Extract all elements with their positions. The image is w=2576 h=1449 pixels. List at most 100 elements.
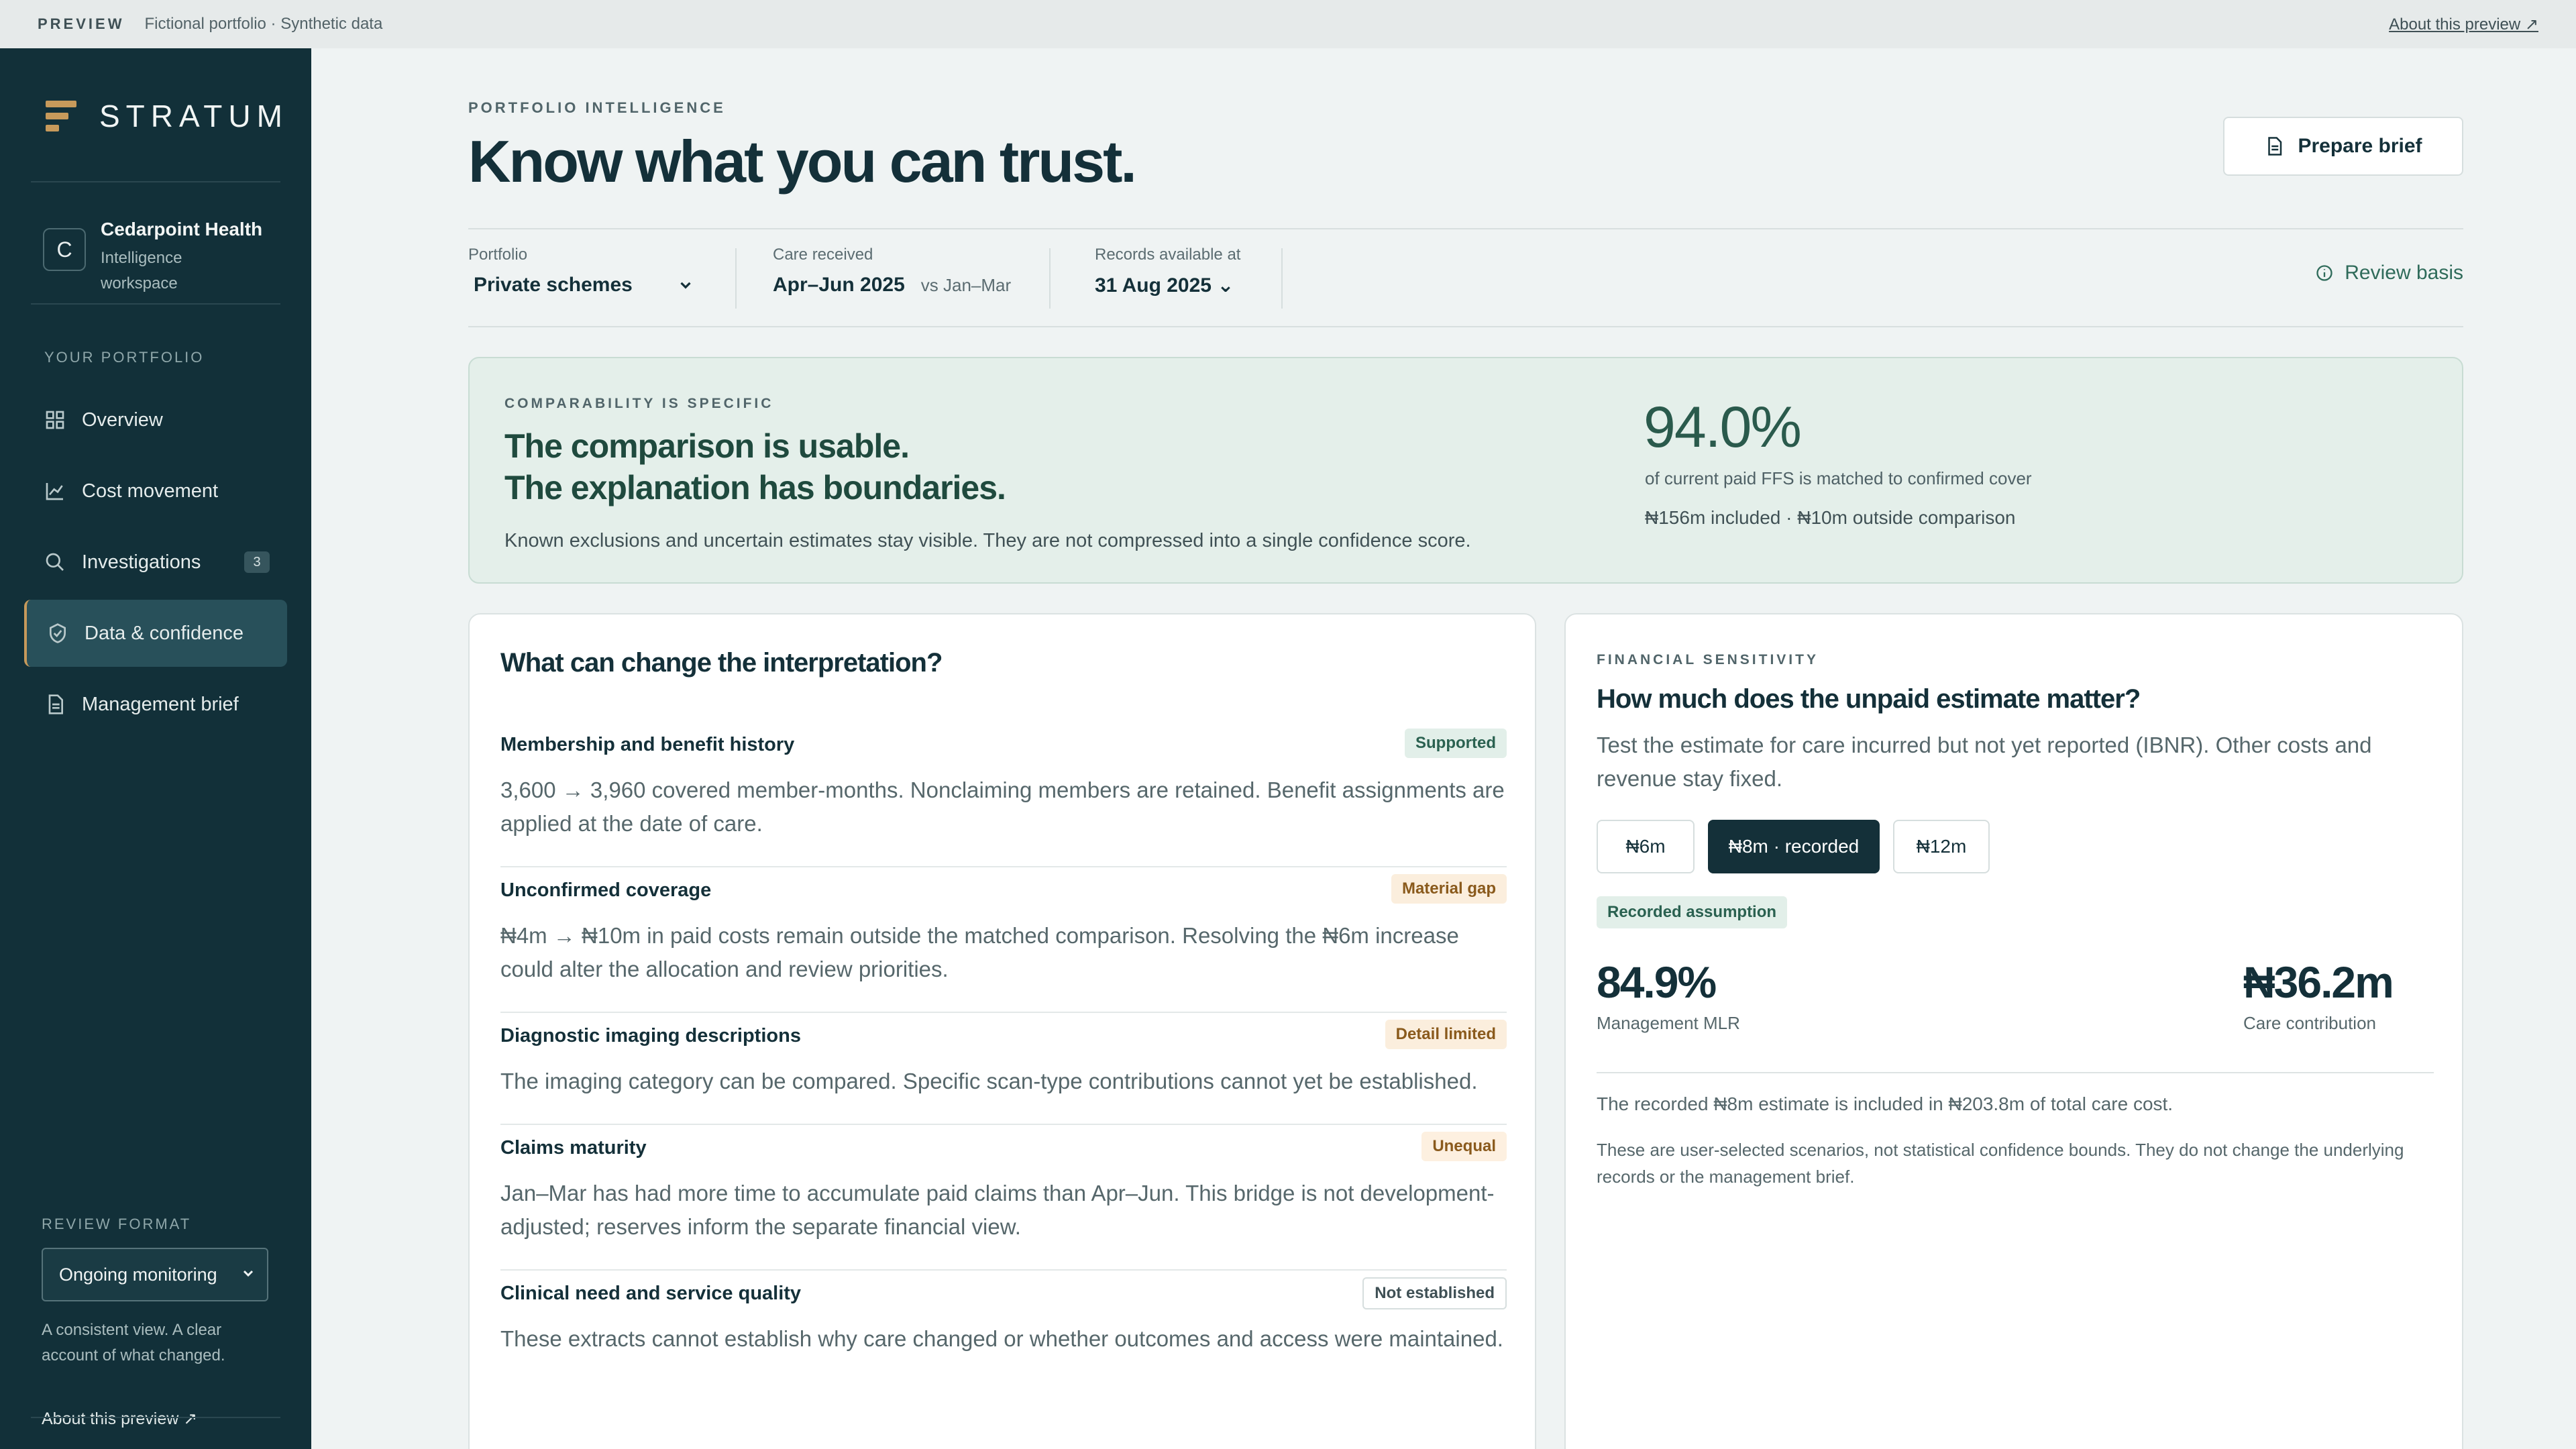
review-format-value: Ongoing monitoring (59, 1264, 217, 1285)
management-mlr-value: 84.9% (1597, 957, 1717, 1007)
filter-bar: Portfolio Private schemes Care received … (468, 228, 2463, 327)
review-basis-label: Review basis (2345, 262, 2463, 284)
recorded-assumption-badge: Recorded assumption (1597, 896, 1788, 928)
list-item: Claims maturity Unequal Jan–Mar has had … (500, 1125, 1507, 1271)
sensitivity-note: The recorded ₦8m estimate is included in… (1597, 1093, 2174, 1114)
review-basis-link[interactable]: Review basis (2315, 262, 2463, 284)
review-format-select[interactable]: Ongoing monitoring (42, 1248, 268, 1301)
sidebar-nav: Overview Cost movement Investigations 3 … (24, 386, 287, 742)
brand-name: STRATUM (99, 99, 288, 133)
management-mlr-kpi: 84.9% Management MLR (1597, 957, 1740, 1034)
item-body: ₦4m → ₦10m in paid costs remain outside … (500, 923, 1459, 981)
stratum-logo-icon (46, 99, 79, 133)
preview-bar: PREVIEW Fictional portfolio · Synthetic … (0, 0, 2576, 48)
portfolio-filter[interactable]: Portfolio Private schemes (468, 246, 694, 297)
portfolio-section-label: YOUR PORTFOLIO (44, 349, 205, 366)
care-contribution-value: ₦36.2m (2243, 957, 2394, 1007)
sensitivity-divider (1597, 1072, 2434, 1073)
document-icon (2268, 137, 2282, 156)
sidebar-item-investigations[interactable]: Investigations 3 (24, 529, 287, 596)
banner-heading-line-2: The explanation has boundaries. (504, 469, 1006, 506)
sensitivity-title: How much does the unpaid estimate matter… (1597, 684, 2141, 714)
care-received-label: Care received (773, 246, 873, 264)
scenario-8m-recorded-button[interactable]: ₦8m · recorded (1708, 820, 1880, 873)
care-received-value-row: Apr–Jun 2025 vs Jan–Mar (773, 274, 1011, 297)
ibnr-scenario-selector: ₦6m ₦8m · recorded ₦12m (1597, 820, 2003, 873)
grid-icon (46, 411, 64, 429)
list-item: Unconfirmed coverage Material gap ₦4m → … (500, 867, 1507, 1013)
sidebar-item-data-confidence[interactable]: Data & confidence (24, 600, 287, 667)
workspace-avatar: C (43, 228, 86, 271)
records-available-label: Records available at (1095, 246, 1241, 264)
item-title: Membership and benefit history (500, 734, 795, 755)
workspace-switcher[interactable]: C Cedarpoint Health Intelligence workspa… (43, 219, 262, 297)
main-content: PORTFOLIO INTELLIGENCE Know what you can… (311, 48, 2576, 1449)
financial-sensitivity-card: FINANCIAL SENSITIVITY How much does the … (1564, 613, 2463, 1449)
interpretation-title: What can change the interpretation? (500, 648, 943, 678)
sidebar-item-cost-movement[interactable]: Cost movement (24, 458, 287, 525)
interpretation-list: Membership and benefit history Supported… (500, 722, 1507, 1381)
sidebar-item-label: Investigations (82, 551, 201, 573)
sensitivity-description: Test the estimate for care incurred but … (1597, 733, 2372, 791)
scenario-6m-button[interactable]: ₦6m (1597, 820, 1695, 873)
status-badge: Unequal (1421, 1132, 1507, 1161)
info-icon (2316, 265, 2332, 281)
item-title: Clinical need and service quality (500, 1283, 802, 1304)
workspace-name: Cedarpoint Health (101, 219, 263, 239)
review-format-note: A consistent view. A clear account of wh… (42, 1321, 225, 1364)
filter-divider (1049, 248, 1051, 309)
document-icon (48, 694, 63, 714)
list-item: Membership and benefit history Supported… (500, 722, 1507, 867)
care-received-filter[interactable]: Care received Apr–Jun 2025 vs Jan–Mar (773, 246, 1011, 297)
workspace-subtitle: Intelligence workspace (101, 249, 182, 292)
portfolio-filter-label: Portfolio (468, 246, 528, 264)
list-item: Diagnostic imaging descriptions Detail l… (500, 1013, 1507, 1125)
records-available-filter[interactable]: Records available at 31 Aug 2025 ⌄ (1095, 246, 1240, 297)
matched-percentage: 94.0% (1644, 395, 1802, 460)
sidebar-item-overview[interactable]: Overview (24, 386, 287, 453)
chevron-down-icon (680, 282, 691, 289)
sidebar-item-management-brief[interactable]: Management brief (24, 671, 287, 738)
sidebar-about-link[interactable]: About this preview ↗ (42, 1409, 197, 1429)
preview-subtitle: Fictional portfolio · Synthetic data (144, 15, 383, 33)
page-eyebrow: PORTFOLIO INTELLIGENCE (468, 99, 726, 116)
management-mlr-label: Management MLR (1597, 1013, 1740, 1033)
item-title: Diagnostic imaging descriptions (500, 1025, 801, 1046)
line-chart-icon (46, 483, 63, 500)
item-body: These extracts cannot establish why care… (500, 1326, 1503, 1351)
prepare-brief-button[interactable]: Prepare brief (2223, 117, 2463, 176)
chevron-down-icon (243, 1270, 254, 1277)
item-title: Claims maturity (500, 1137, 647, 1159)
sidebar-item-label: Overview (82, 409, 163, 431)
status-badge: Detail limited (1385, 1020, 1507, 1049)
list-item: Clinical need and service quality Not es… (500, 1271, 1507, 1381)
banner-eyebrow: COMPARABILITY IS SPECIFIC (504, 396, 774, 411)
shield-check-icon (50, 623, 66, 643)
sensitivity-eyebrow: FINANCIAL SENSITIVITY (1597, 652, 1819, 667)
portfolio-filter-value: Private schemes (474, 274, 633, 296)
scenario-12m-button[interactable]: ₦12m (1893, 820, 1990, 873)
care-contribution-label: Care contribution (2243, 1013, 2376, 1033)
filter-divider (1281, 248, 1283, 309)
portfolio-filter-value-row: Private schemes (468, 274, 694, 297)
care-received-value: Apr–Jun 2025 (773, 274, 905, 296)
status-badge: Supported (1405, 729, 1507, 758)
review-format-label: REVIEW FORMAT (42, 1216, 192, 1232)
sidebar-divider (31, 181, 280, 182)
preview-label: PREVIEW (38, 15, 125, 32)
sidebar-item-label: Cost movement (82, 480, 219, 502)
item-body: The imaging category can be compared. Sp… (500, 1069, 1478, 1093)
about-preview-link[interactable]: About this preview ↗ (2389, 15, 2538, 34)
sidebar: STRATUM C Cedarpoint Health Intelligence… (0, 48, 311, 1449)
item-body: 3,600 → 3,960 covered member-months. Non… (500, 777, 1505, 836)
search-icon (46, 553, 64, 571)
sidebar-divider (31, 303, 280, 305)
records-available-value: 31 Aug 2025 ⌄ (1095, 274, 1234, 297)
investigations-count-badge: 3 (244, 551, 270, 573)
interpretation-card: What can change the interpretation? Memb… (468, 613, 1536, 1449)
brand-logo[interactable]: STRATUM (46, 98, 288, 134)
banner-subtext: Known exclusions and uncertain estimates… (504, 530, 1471, 551)
care-contribution-kpi: ₦36.2m Care contribution (2243, 957, 2394, 1034)
comparability-banner: COMPARABILITY IS SPECIFIC The comparison… (468, 357, 2463, 584)
status-badge: Material gap (1391, 874, 1507, 904)
